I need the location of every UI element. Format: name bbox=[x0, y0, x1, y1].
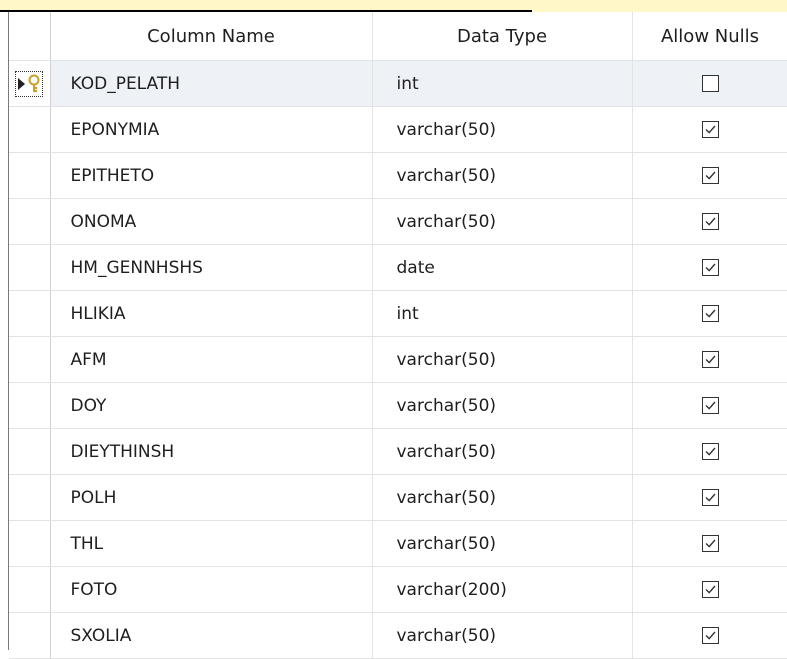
checkbox-checked-icon[interactable] bbox=[701, 121, 719, 138]
column-name-cell[interactable]: KOD_PELATH bbox=[50, 60, 373, 107]
column-name-cell[interactable]: AFM bbox=[50, 336, 373, 383]
primary-key-icon bbox=[28, 74, 40, 92]
allow-nulls-cell bbox=[632, 290, 787, 337]
table-row[interactable]: HLIKIA int bbox=[9, 290, 787, 337]
row-selector-header bbox=[9, 12, 51, 61]
table-row[interactable]: THL varchar(50) bbox=[9, 520, 787, 567]
header-row: Column Name Data Type Allow Nulls bbox=[9, 12, 787, 61]
checkbox-checked-icon[interactable] bbox=[701, 305, 719, 322]
allow-nulls-cell bbox=[632, 474, 787, 521]
data-type-cell[interactable]: date bbox=[372, 244, 633, 291]
data-type-cell[interactable]: varchar(50) bbox=[372, 106, 633, 153]
data-type-header[interactable]: Data Type bbox=[372, 12, 633, 61]
row-selector[interactable] bbox=[9, 244, 51, 291]
allow-nulls-cell bbox=[632, 60, 787, 107]
column-name-cell[interactable]: THL bbox=[50, 520, 373, 567]
allow-nulls-cell bbox=[632, 428, 787, 475]
table-row[interactable]: EPONYMIA varchar(50) bbox=[9, 106, 787, 153]
allow-nulls-header[interactable]: Allow Nulls bbox=[632, 12, 787, 61]
data-type-cell[interactable]: varchar(200) bbox=[372, 566, 633, 613]
checkbox-checked-icon[interactable] bbox=[701, 397, 719, 414]
data-type-cell[interactable]: int bbox=[372, 290, 633, 337]
data-type-cell[interactable]: varchar(50) bbox=[372, 382, 633, 429]
column-name-cell[interactable]: SXOLIA bbox=[50, 612, 373, 659]
row-selector[interactable] bbox=[9, 60, 51, 107]
allow-nulls-cell bbox=[632, 152, 787, 199]
checkbox-unchecked-icon[interactable] bbox=[701, 75, 719, 92]
row-selector[interactable] bbox=[9, 612, 51, 659]
table-row[interactable]: DIEYTHINSH varchar(50) bbox=[9, 428, 787, 475]
table-row[interactable]: POLH varchar(50) bbox=[9, 474, 787, 521]
allow-nulls-cell bbox=[632, 566, 787, 613]
column-name-cell[interactable]: HM_GENNHSHS bbox=[50, 244, 373, 291]
allow-nulls-cell bbox=[632, 244, 787, 291]
data-type-cell[interactable]: varchar(50) bbox=[372, 520, 633, 567]
column-name-cell[interactable]: DIEYTHINSH bbox=[50, 428, 373, 475]
data-type-cell[interactable]: varchar(50) bbox=[372, 198, 633, 245]
table-row[interactable]: SXOLIA varchar(50) bbox=[9, 612, 787, 659]
table-row[interactable]: ONOMA varchar(50) bbox=[9, 198, 787, 245]
data-type-cell[interactable]: int bbox=[372, 60, 633, 107]
row-selector[interactable] bbox=[9, 336, 51, 383]
data-type-cell[interactable]: varchar(50) bbox=[372, 612, 633, 659]
checkbox-checked-icon[interactable] bbox=[701, 535, 719, 552]
table-designer-grid: Column Name Data Type Allow Nulls KOD_PE… bbox=[8, 12, 787, 659]
checkbox-checked-icon[interactable] bbox=[701, 627, 719, 644]
column-name-cell[interactable]: HLIKIA bbox=[50, 290, 373, 337]
row-selector[interactable] bbox=[9, 474, 51, 521]
row-selector[interactable] bbox=[9, 428, 51, 475]
columns-table: Column Name Data Type Allow Nulls KOD_PE… bbox=[9, 12, 787, 659]
current-row-arrow-icon bbox=[18, 77, 26, 90]
column-name-cell[interactable]: EPITHETO bbox=[50, 152, 373, 199]
row-selector[interactable] bbox=[9, 566, 51, 613]
allow-nulls-cell bbox=[632, 106, 787, 153]
row-selector-focus[interactable] bbox=[15, 70, 44, 97]
checkbox-checked-icon[interactable] bbox=[701, 581, 719, 598]
column-name-cell[interactable]: DOY bbox=[50, 382, 373, 429]
column-name-cell[interactable]: EPONYMIA bbox=[50, 106, 373, 153]
data-type-cell[interactable]: varchar(50) bbox=[372, 428, 633, 475]
table-row[interactable]: AFM varchar(50) bbox=[9, 336, 787, 383]
row-selector[interactable] bbox=[9, 520, 51, 567]
column-name-cell[interactable]: ONOMA bbox=[50, 198, 373, 245]
allow-nulls-cell bbox=[632, 336, 787, 383]
allow-nulls-cell bbox=[632, 198, 787, 245]
allow-nulls-cell bbox=[632, 520, 787, 567]
row-selector[interactable] bbox=[9, 198, 51, 245]
checkbox-checked-icon[interactable] bbox=[701, 443, 719, 460]
clipped-caption-strip bbox=[0, 0, 787, 12]
column-name-cell[interactable]: POLH bbox=[50, 474, 373, 521]
row-selector[interactable] bbox=[9, 382, 51, 429]
table-row[interactable]: DOY varchar(50) bbox=[9, 382, 787, 429]
data-type-cell[interactable]: varchar(50) bbox=[372, 474, 633, 521]
data-type-cell[interactable]: varchar(50) bbox=[372, 336, 633, 383]
row-selector[interactable] bbox=[9, 152, 51, 199]
column-name-cell[interactable]: FOTO bbox=[50, 566, 373, 613]
checkbox-checked-icon[interactable] bbox=[701, 167, 719, 184]
table-row[interactable]: KOD_PELATH int bbox=[9, 60, 787, 107]
allow-nulls-cell bbox=[632, 382, 787, 429]
checkbox-checked-icon[interactable] bbox=[701, 351, 719, 368]
column-name-header[interactable]: Column Name bbox=[50, 12, 373, 61]
data-type-cell[interactable]: varchar(50) bbox=[372, 152, 633, 199]
checkbox-checked-icon[interactable] bbox=[701, 259, 719, 276]
checkbox-checked-icon[interactable] bbox=[701, 213, 719, 230]
row-selector[interactable] bbox=[9, 106, 51, 153]
table-row[interactable]: FOTO varchar(200) bbox=[9, 566, 787, 613]
table-row[interactable]: EPITHETO varchar(50) bbox=[9, 152, 787, 199]
allow-nulls-cell bbox=[632, 612, 787, 659]
column-rows: KOD_PELATH int EPONYMIA varchar(50) EPIT… bbox=[9, 60, 787, 659]
checkbox-checked-icon[interactable] bbox=[701, 489, 719, 506]
row-selector[interactable] bbox=[9, 290, 51, 337]
table-row[interactable]: HM_GENNHSHS date bbox=[9, 244, 787, 291]
